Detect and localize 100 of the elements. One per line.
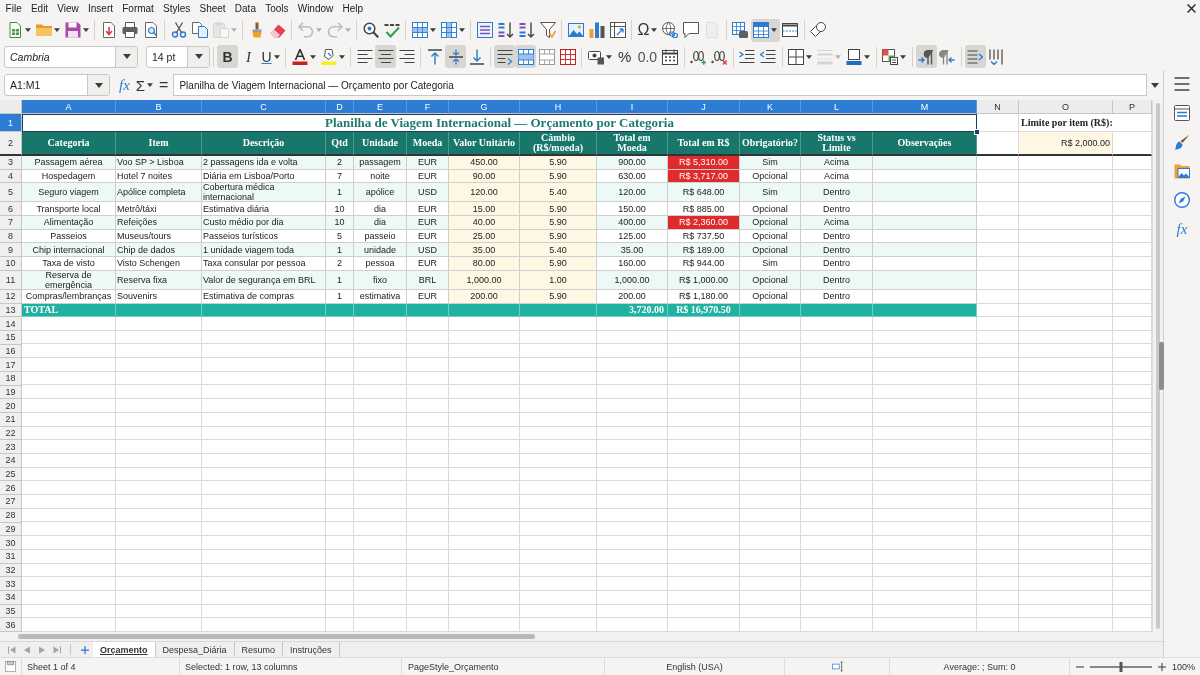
text-horizontal-button[interactable] (964, 45, 986, 68)
empty-cell[interactable] (1019, 243, 1113, 258)
merge-center-button[interactable] (515, 45, 537, 68)
menu-item[interactable]: Insert (83, 0, 118, 17)
row-header[interactable]: 9 (0, 243, 22, 258)
formula-button[interactable]: = (156, 74, 172, 96)
column-header[interactable]: M (873, 100, 977, 114)
name-box-field[interactable]: A1:M1 (4, 74, 110, 96)
column-header[interactable]: G (449, 100, 520, 114)
align-center-button[interactable] (375, 45, 397, 68)
functions-button[interactable]: fx (1170, 218, 1194, 240)
sheet-tab[interactable]: Orçamento (93, 642, 156, 657)
menu-item[interactable]: Styles (158, 0, 195, 17)
row-header[interactable]: 24 (0, 454, 22, 468)
row-header[interactable]: 14 (0, 317, 22, 331)
function-wizard-button[interactable]: fx (116, 74, 133, 96)
underline-button[interactable]: U (259, 45, 283, 68)
sidebar-handle[interactable] (1159, 342, 1164, 390)
column-header[interactable]: O (1019, 100, 1113, 114)
empty-cell[interactable] (1019, 289, 1113, 304)
dropdown-button[interactable] (115, 46, 137, 67)
column-header[interactable]: J (668, 100, 740, 114)
row-header[interactable]: 3 (0, 156, 22, 170)
empty-cell[interactable] (1019, 257, 1113, 271)
column-header[interactable]: K (740, 100, 801, 114)
formula-input[interactable]: Planilha de Viagem Internacional — Orçamento por Categoria (173, 74, 1147, 96)
zoom-out-button[interactable] (1076, 665, 1084, 668)
empty-cell[interactable] (977, 229, 1019, 244)
menu-item[interactable]: Sheet (194, 0, 231, 17)
align-middle-button[interactable] (445, 45, 467, 68)
fill-handle[interactable] (974, 129, 980, 135)
sheet-tab[interactable]: Despesa_Diária (155, 642, 235, 657)
font-size-field[interactable]: 14 pt (146, 45, 210, 68)
font-name-field[interactable]: Cambria (4, 45, 138, 68)
menu-item[interactable]: Data (230, 0, 261, 17)
column-header[interactable]: C (202, 100, 326, 114)
dropdown-button[interactable] (187, 46, 209, 67)
special-character-button[interactable]: Ω (635, 18, 660, 42)
empty-cell[interactable] (977, 169, 1019, 184)
row-header[interactable]: 27 (0, 495, 22, 509)
left-to-right-button[interactable] (915, 45, 937, 68)
menu-item[interactable]: View (52, 0, 84, 17)
row-header[interactable]: 21 (0, 413, 22, 427)
bold-button[interactable]: B (217, 45, 238, 68)
empty-cell[interactable] (977, 202, 1019, 217)
menu-item[interactable]: Tools (260, 0, 294, 17)
column-header[interactable]: L (801, 100, 873, 114)
sheet-tab[interactable]: Resumo (234, 642, 284, 657)
empty-cell[interactable] (1019, 202, 1113, 217)
row-header[interactable]: 33 (0, 577, 22, 591)
wrap-text-button[interactable] (494, 45, 516, 68)
row-header[interactable]: 6 (0, 202, 22, 217)
column-header[interactable]: B (116, 100, 202, 114)
menu-item[interactable]: Window (293, 0, 338, 17)
column-header[interactable]: F (407, 100, 449, 114)
empty-cell[interactable] (977, 114, 1019, 132)
row-header[interactable]: 23 (0, 440, 22, 455)
row-header[interactable]: 26 (0, 481, 22, 496)
number-format-button[interactable]: 0.0 (635, 45, 660, 68)
column-header[interactable]: E (354, 100, 407, 114)
column-header[interactable]: I (597, 100, 668, 114)
scrollbar-thumb[interactable] (18, 634, 535, 639)
column-header[interactable]: H (520, 100, 597, 114)
row-header[interactable]: 5 (0, 183, 22, 203)
empty-cell[interactable] (1019, 229, 1113, 244)
slider-thumb[interactable] (1119, 661, 1123, 672)
row-header[interactable]: 1 (0, 114, 22, 132)
sum-button[interactable]: Σ (132, 74, 157, 96)
empty-cell[interactable] (1019, 270, 1113, 290)
empty-cell[interactable] (1019, 156, 1113, 170)
row-header[interactable]: 7 (0, 216, 22, 230)
column-header[interactable]: N (977, 100, 1019, 114)
menu-item[interactable]: Format (117, 0, 159, 17)
sort-icon (476, 22, 493, 38)
menu-item[interactable]: Edit (26, 0, 53, 17)
row-header[interactable]: 30 (0, 536, 22, 550)
column-header[interactable]: A (22, 100, 116, 114)
empty-cell[interactable] (1019, 183, 1113, 203)
empty-cell[interactable] (1019, 216, 1113, 230)
close-button[interactable] (1187, 4, 1196, 13)
row-header[interactable]: 20 (0, 399, 22, 413)
menu-item[interactable]: Help (337, 0, 368, 17)
dropdown-button[interactable] (87, 75, 109, 95)
column-header[interactable]: D (326, 100, 354, 114)
scrollbar-thumb[interactable] (1156, 103, 1160, 629)
empty-cell[interactable] (977, 289, 1019, 304)
row-header[interactable]: 17 (0, 358, 22, 372)
empty-cell[interactable] (977, 257, 1019, 271)
row-header[interactable]: 36 (0, 618, 22, 632)
row-header[interactable]: 10 (0, 257, 22, 271)
menu-item[interactable]: File (1, 0, 27, 17)
empty-cell[interactable] (1019, 169, 1113, 184)
column-header[interactable]: P (1113, 100, 1152, 114)
empty-cell-grid[interactable] (22, 317, 1152, 632)
percent-button[interactable]: % (614, 45, 636, 68)
italic-button[interactable]: I (238, 45, 259, 68)
zoom-in-button[interactable] (1158, 662, 1166, 671)
row-header[interactable]: 2 (0, 132, 22, 156)
freeze-button[interactable] (750, 18, 780, 42)
sheet-tab[interactable]: Instruções (283, 642, 340, 657)
